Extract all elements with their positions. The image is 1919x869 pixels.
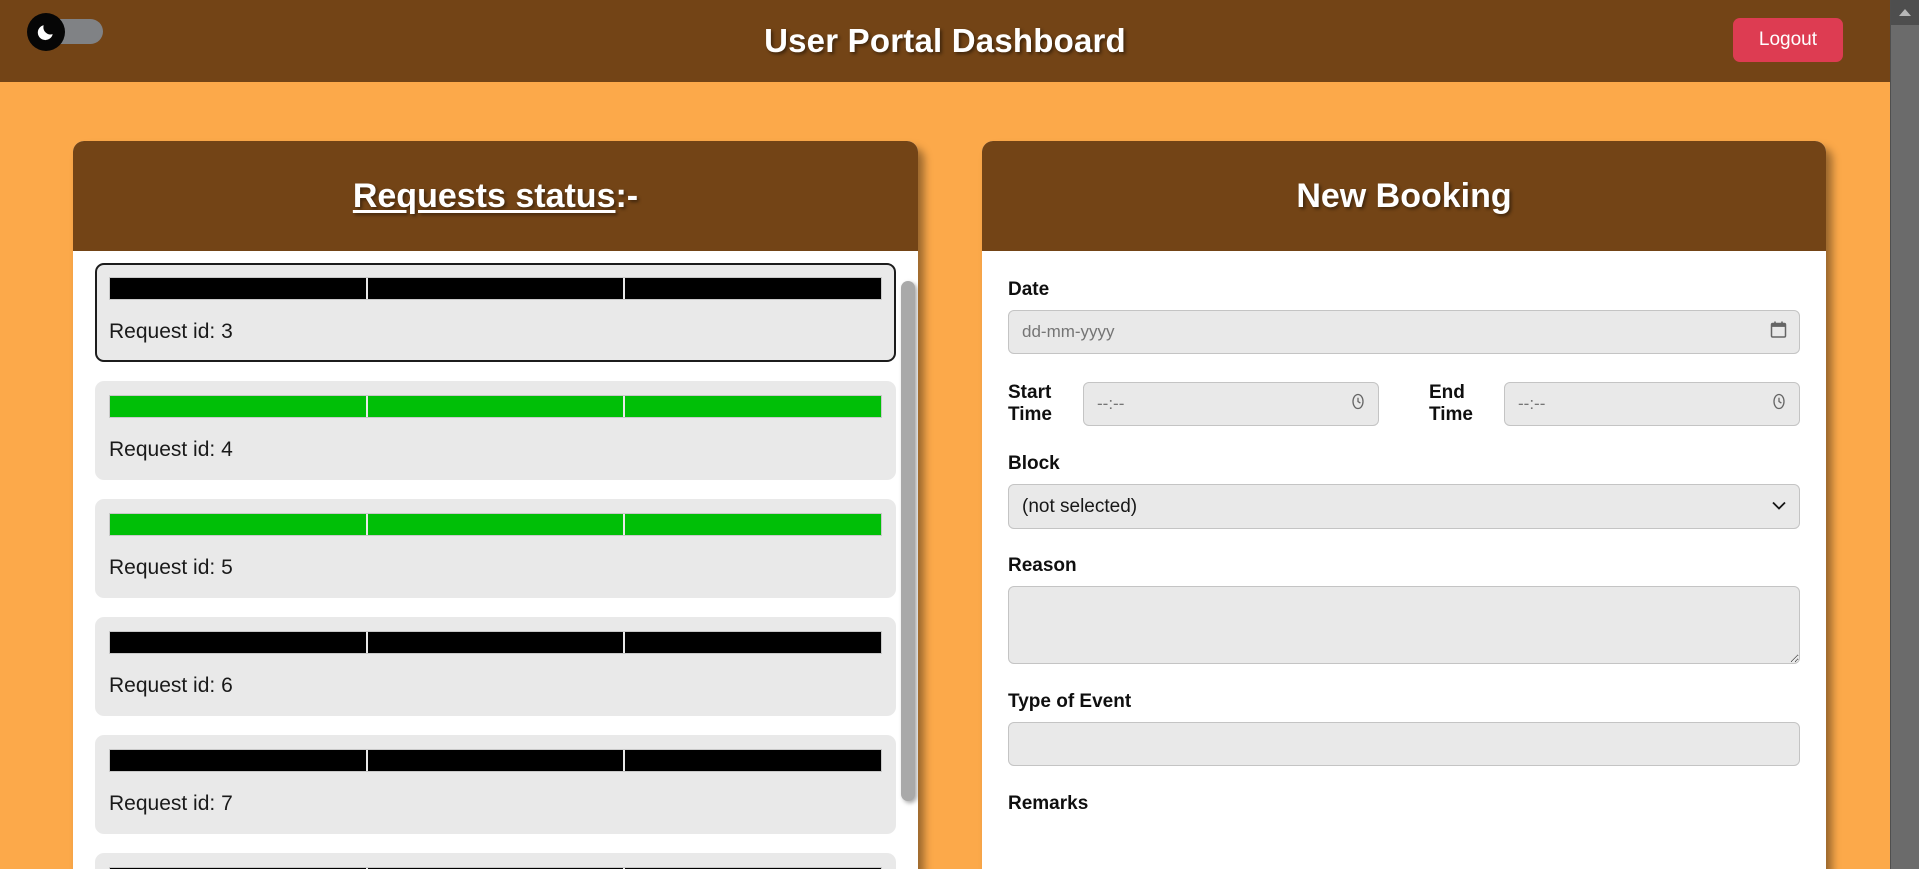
block-label: Block <box>1008 452 1060 474</box>
request-id-label: Request id: 4 <box>109 438 233 461</box>
request-progress-segment <box>110 514 366 535</box>
date-field-row: Date <box>1008 279 1800 354</box>
date-input-wrapper <box>1008 310 1800 354</box>
request-card[interactable] <box>95 853 896 869</box>
request-card[interactable]: Request id: 7 <box>95 735 896 834</box>
time-fields-row: Start Time End Time <box>1008 382 1800 427</box>
request-progress-segment <box>625 750 882 771</box>
end-time-input[interactable] <box>1504 382 1800 427</box>
request-progress-segment <box>110 750 366 771</box>
request-progress-segment <box>367 396 624 417</box>
request-progress-segment <box>367 278 624 299</box>
request-card[interactable]: Request id: 3 <box>95 263 896 362</box>
request-progress-bar <box>109 631 882 654</box>
request-progress-bar <box>109 513 882 536</box>
request-id-label: Request id: 6 <box>109 674 233 697</box>
request-progress-segment <box>367 514 624 535</box>
reason-field-row: Reason <box>1008 555 1800 664</box>
requests-list-scroll-area[interactable]: Request id: 3 Request id: 4 Request id: 5 R… <box>73 251 918 869</box>
request-card[interactable]: Request id: 4 <box>95 381 896 480</box>
block-field-row: Block (not selected) <box>1008 453 1800 529</box>
start-time-group: Start Time <box>1008 382 1379 427</box>
request-progress-segment <box>625 278 882 299</box>
request-progress-bar <box>109 277 882 300</box>
dark-mode-toggle[interactable] <box>27 13 103 51</box>
reason-label: Reason <box>1008 554 1077 576</box>
type-of-event-label: Type of Event <box>1008 690 1132 712</box>
dashboard-content: Requests status:- Request id: 3 Request i… <box>0 85 1890 869</box>
start-time-label: Start Time <box>1008 382 1053 426</box>
logout-button[interactable]: Logout <box>1732 18 1843 62</box>
requests-scrollbar-thumb[interactable] <box>901 281 915 801</box>
request-progress-segment <box>110 632 366 653</box>
new-booking-panel: New Booking Date dd-mm-yyyy Start Time -… <box>982 141 1826 869</box>
request-progress-segment <box>110 278 366 299</box>
type-of-event-input[interactable] <box>1008 721 1800 766</box>
moon-icon <box>37 25 53 41</box>
end-time-input-wrapper <box>1504 382 1800 427</box>
request-card[interactable]: Request id: 5 <box>95 499 896 598</box>
scroll-up-button[interactable] <box>1891 0 1919 25</box>
remarks-field-row: Remarks <box>1008 793 1800 815</box>
date-label: Date <box>1008 279 1050 300</box>
toggle-knob[interactable] <box>27 13 65 51</box>
end-time-group: End Time <box>1429 382 1800 427</box>
requests-panel-title: Requests status:- <box>353 177 638 216</box>
request-progress-segment <box>625 396 882 417</box>
page-scrollbar[interactable] <box>1890 0 1919 869</box>
triangle-up-icon <box>1899 9 1911 16</box>
requests-title-main: Requests status <box>352 176 616 215</box>
booking-panel-title: New Booking <box>1296 176 1512 215</box>
request-progress-segment <box>110 396 366 417</box>
request-progress-segment <box>625 514 882 535</box>
reason-textarea[interactable] <box>1008 585 1800 664</box>
block-select-wrapper: (not selected) <box>1008 483 1800 529</box>
top-header-bar: User Portal Dashboard Logout <box>0 0 1890 85</box>
requests-title-tail: :- <box>615 176 639 215</box>
request-id-label: Request id: 5 <box>109 556 233 579</box>
request-progress-segment <box>367 750 624 771</box>
block-select[interactable]: (not selected) <box>1008 483 1800 529</box>
request-id-label: Request id: 7 <box>109 792 233 815</box>
date-input[interactable] <box>1008 310 1800 354</box>
request-id-label: Request id: 3 <box>109 320 233 343</box>
booking-form: Date Start Time <box>982 251 1826 815</box>
request-progress-segment <box>367 632 624 653</box>
remarks-label: Remarks <box>1008 792 1089 814</box>
page-title: User Portal Dashboard <box>764 22 1126 59</box>
requests-panel-header: Requests status:- <box>73 141 918 251</box>
request-card[interactable]: Request id: 6 <box>95 617 896 716</box>
type-of-event-field-row: Type of Event <box>1008 691 1800 766</box>
start-time-input-wrapper <box>1083 382 1379 427</box>
request-progress-bar <box>109 749 882 772</box>
request-progress-bar <box>109 395 882 418</box>
request-progress-segment <box>625 632 882 653</box>
end-time-label: End Time <box>1429 382 1474 426</box>
start-time-input[interactable] <box>1083 382 1379 427</box>
requests-status-panel: Requests status:- Request id: 3 Request i… <box>73 141 918 869</box>
booking-panel-header: New Booking <box>982 141 1826 251</box>
